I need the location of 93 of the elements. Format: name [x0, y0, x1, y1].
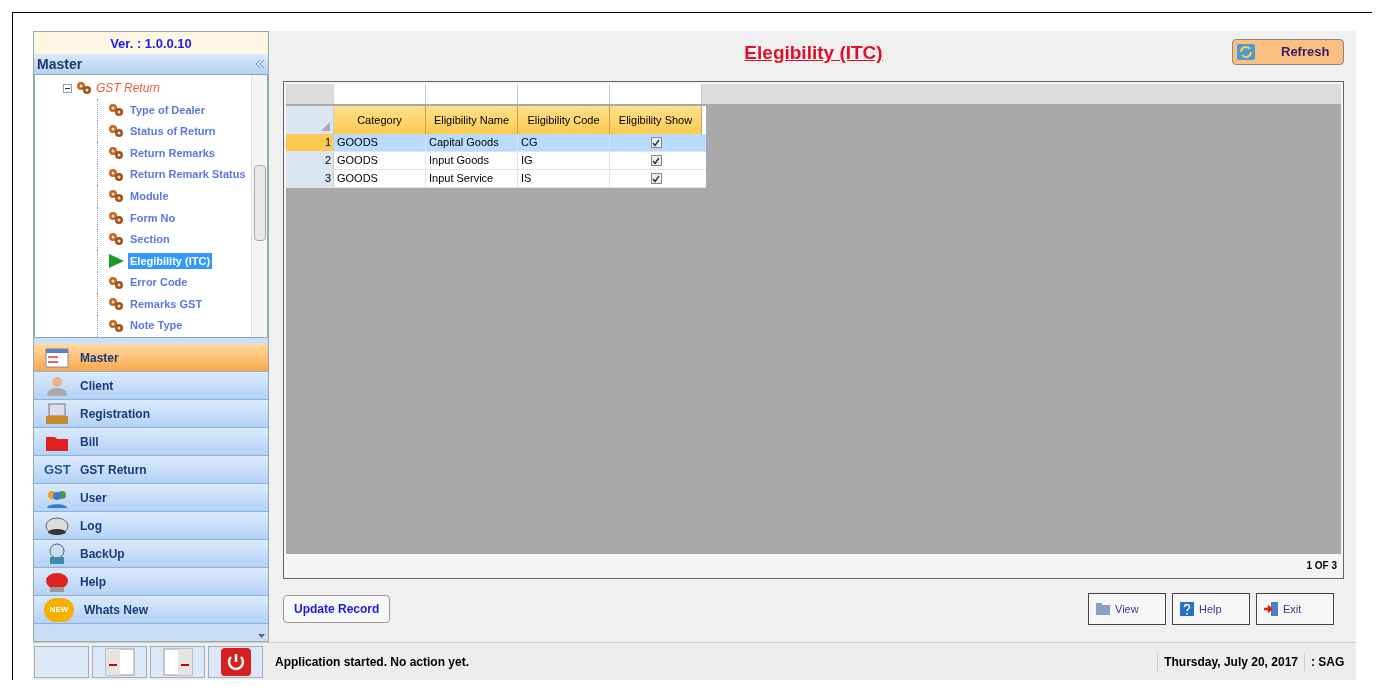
table-cell: GOODS	[334, 170, 426, 187]
gears-icon	[108, 297, 124, 312]
tree-item[interactable]: Error Code	[128, 274, 190, 291]
column-header[interactable]: Eligibility Show	[610, 106, 702, 134]
filter-field[interactable]	[610, 84, 702, 104]
nav-item[interactable]: Help	[34, 568, 268, 596]
nav-item[interactable]: Log	[34, 512, 268, 540]
sort-corner-icon	[321, 122, 330, 131]
toolbar-button[interactable]: Exit	[1256, 593, 1334, 625]
nav-item[interactable]: User	[34, 484, 268, 512]
row-number: 1	[286, 134, 334, 151]
page-title: Elegibility (ITC)	[744, 41, 883, 65]
gears-icon	[108, 167, 124, 182]
column-header[interactable]: Eligibility Code	[518, 106, 610, 134]
nav-item[interactable]: NEW Whats New	[34, 596, 268, 624]
collapse-icon[interactable]	[256, 60, 265, 68]
collapse-toggle[interactable]	[63, 83, 72, 93]
gears-icon	[76, 81, 92, 95]
exit-icon	[1263, 601, 1279, 617]
table-cell: Input Service	[426, 170, 518, 187]
nav-item[interactable]: Master	[34, 344, 268, 372]
gears-icon	[108, 275, 124, 290]
tree-item[interactable]: Note Type	[128, 317, 185, 334]
blank-button[interactable]	[34, 645, 89, 678]
tree-item[interactable]: Form No	[128, 209, 178, 226]
checkbox[interactable]	[650, 137, 662, 148]
window-layout-icon	[162, 647, 193, 676]
gears-icon	[108, 102, 124, 117]
gears-icon	[108, 210, 124, 225]
gears-icon	[108, 189, 124, 204]
table-row[interactable]: 3 GOODS Input Service IS	[286, 170, 706, 188]
push-button-icon	[44, 570, 70, 593]
gears-icon	[108, 124, 124, 139]
person-icon	[44, 374, 70, 397]
tree-item[interactable]: Module	[128, 187, 171, 205]
status-user: : SAG	[1304, 652, 1356, 671]
column-header[interactable]: Eligibility Name	[426, 106, 518, 134]
table-cell: Input Goods	[426, 152, 518, 169]
gears-icon	[108, 318, 124, 333]
scroll-down-icon[interactable]	[258, 634, 265, 638]
window-layout-icon	[104, 647, 135, 676]
table-row[interactable]: 2 GOODS Input Goods IG	[286, 152, 706, 170]
table-icon	[44, 346, 70, 369]
table-cell: IS	[518, 170, 610, 187]
tree-item[interactable]: Type of Dealer	[128, 101, 207, 119]
table-cell: GOODS	[334, 134, 426, 151]
nav-item[interactable]: BackUp	[34, 540, 268, 568]
filter-field[interactable]	[334, 84, 426, 104]
toolbar-button[interactable]: Help	[1172, 593, 1250, 625]
new-badge-icon: NEW	[44, 597, 74, 622]
power-button[interactable]	[208, 645, 263, 678]
filter-field[interactable]	[426, 84, 518, 104]
table-cell: CG	[518, 134, 610, 151]
play-arrow-icon	[108, 253, 124, 268]
tree-item[interactable]: Status of Return	[128, 123, 218, 140]
nav-item[interactable]: Registration	[34, 400, 268, 428]
panel-title: Master	[37, 54, 83, 74]
gears-icon	[108, 146, 124, 160]
table-cell: GOODS	[334, 152, 426, 169]
left-panel-button[interactable]	[92, 645, 147, 678]
row-number: 3	[286, 170, 334, 187]
gst-logo-icon: GST	[44, 459, 70, 480]
help-icon	[1179, 601, 1195, 617]
page-counter: 1 OF 3	[1306, 558, 1337, 573]
tree-item[interactable]: Remarks GST	[128, 295, 205, 313]
checkbox[interactable]	[650, 173, 662, 184]
column-header[interactable]: Category	[334, 106, 426, 134]
tree-item[interactable]: Return Remark Status	[128, 166, 248, 183]
tree-item[interactable]: Return Remarks	[128, 144, 217, 162]
version-label: Ver. : 1.0.0.10	[34, 32, 268, 54]
gears-icon	[108, 232, 124, 247]
drive-icon	[44, 514, 70, 537]
right-panel-button[interactable]	[150, 645, 205, 678]
nav-item[interactable]: Client	[34, 372, 268, 400]
table-cell: Capital Goods	[426, 134, 518, 151]
folder-icon	[1095, 601, 1111, 617]
status-message: Application started. No action yet.	[274, 653, 471, 671]
update-record-button[interactable]: Update Record	[283, 595, 391, 623]
power-icon	[220, 647, 251, 676]
filter-field[interactable]	[518, 84, 610, 104]
status-date: Thursday, July 20, 2017	[1157, 652, 1304, 671]
checkbox[interactable]	[650, 155, 662, 166]
nav-item[interactable]: GST GST Return	[34, 456, 268, 484]
table-cell: IG	[518, 152, 610, 169]
refresh-button[interactable]: Refresh	[1232, 39, 1344, 65]
tree-item[interactable]: Section	[128, 231, 172, 248]
refresh-icon	[1237, 44, 1255, 60]
row-number: 2	[286, 152, 334, 169]
table-row[interactable]: 1 GOODS Capital Goods CG	[286, 134, 706, 152]
cash-register-icon	[44, 402, 70, 425]
toolbar-button[interactable]: View	[1088, 593, 1166, 625]
nav-item[interactable]: Bill	[34, 428, 268, 456]
scrollbar[interactable]	[251, 75, 267, 337]
